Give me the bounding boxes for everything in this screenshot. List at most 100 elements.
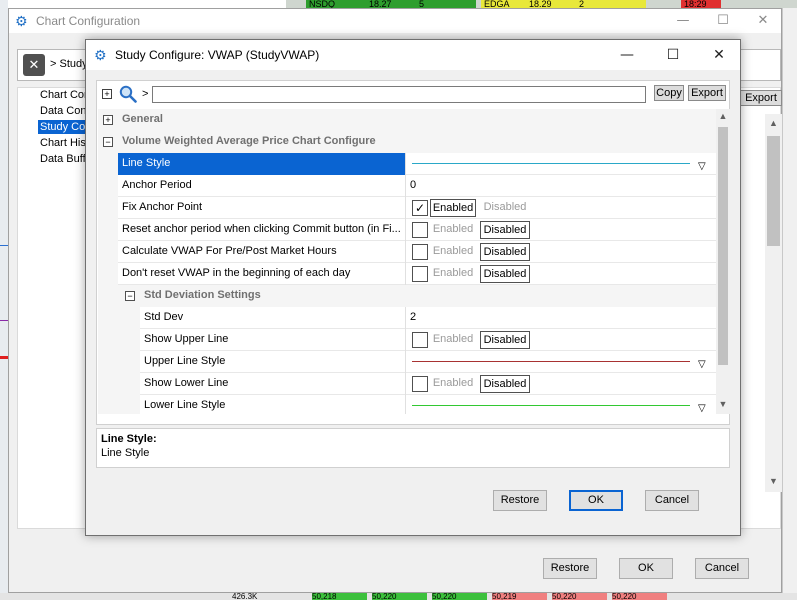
cancel-button[interactable]: Cancel — [645, 490, 699, 511]
copy-button[interactable]: Copy — [654, 85, 684, 101]
minimize-button[interactable]: — — [663, 9, 703, 33]
outer-window-title: Chart Configuration — [36, 14, 141, 28]
upper-style-value[interactable]: ▽ — [406, 351, 716, 373]
description-body: Line Style — [101, 447, 150, 459]
property-row-dont-reset[interactable]: Don't reset VWAP in the beginning of eac… — [98, 263, 716, 285]
calc-prepost-toggle[interactable]: Enabled Disabled — [406, 241, 716, 263]
property-row-lower-style[interactable]: Lower Line Style ▽ — [98, 395, 716, 414]
outer-restore-button[interactable]: Restore — [543, 558, 597, 579]
quote-bid: 50,218 — [312, 593, 367, 600]
category-general[interactable]: + General — [98, 109, 716, 131]
disabled-option[interactable]: Disabled — [480, 265, 530, 283]
expand-all-button[interactable]: + — [102, 89, 112, 99]
search-icon[interactable] — [119, 85, 137, 103]
maximize-button[interactable]: ☐ — [703, 9, 743, 33]
scrollbar-thumb[interactable] — [718, 127, 728, 365]
minimize-button[interactable]: — — [604, 40, 650, 70]
checkbox[interactable] — [412, 244, 428, 260]
lower-style-value[interactable]: ▽ — [406, 395, 716, 414]
tree-item-chart-history[interactable]: Chart Hist — [38, 136, 91, 150]
enabled-option[interactable]: Enabled — [430, 243, 476, 261]
quote-exchange: NSDQ — [306, 0, 366, 8]
maximize-button[interactable]: ☐ — [650, 40, 696, 70]
search-input[interactable] — [152, 86, 646, 103]
gear-icon: ⚙ — [94, 47, 107, 63]
disabled-option[interactable]: Disabled — [480, 221, 530, 239]
enabled-option[interactable]: Enabled — [430, 375, 476, 393]
outer-scrollbar[interactable]: ▲ ▼ — [765, 114, 782, 492]
property-label: Calculate VWAP For Pre/Post Market Hours — [118, 241, 406, 263]
tree-item-data-config[interactable]: Data Conf — [38, 104, 92, 118]
outer-cancel-button[interactable]: Cancel — [695, 558, 749, 579]
chevron-down-icon[interactable]: ▼ — [765, 476, 782, 486]
enabled-option[interactable]: Enabled — [430, 331, 476, 349]
property-label: Fix Anchor Point — [118, 197, 406, 219]
collapse-toggle[interactable]: − — [125, 291, 135, 301]
disabled-option[interactable]: Disabled — [480, 375, 530, 393]
dropdown-arrow-icon[interactable]: ▽ — [698, 398, 706, 414]
disabled-option[interactable]: Disabled — [480, 331, 530, 349]
quote-ask: 50,220 — [612, 593, 667, 600]
background-chart-edge — [0, 0, 8, 600]
chevron-down-icon[interactable]: ▼ — [716, 399, 730, 409]
outer-ok-button[interactable]: OK — [619, 558, 673, 579]
property-grid-panel: + > Copy Export + General − Volume Weigh… — [96, 80, 730, 425]
dropdown-arrow-icon[interactable]: ▽ — [698, 156, 706, 177]
close-button[interactable]: ✕ — [696, 40, 742, 70]
property-label: Show Upper Line — [140, 329, 406, 351]
reset-anchor-toggle[interactable]: Enabled Disabled — [406, 219, 716, 241]
enabled-option[interactable]: Enabled — [430, 265, 476, 283]
chevron-up-icon[interactable]: ▲ — [765, 118, 782, 128]
checkbox[interactable] — [412, 376, 428, 392]
quote-price: 18.29 — [526, 0, 576, 8]
category-vwap[interactable]: − Volume Weighted Average Price Chart Co… — [98, 131, 716, 153]
std-dev-value[interactable]: 2 — [406, 307, 716, 329]
dont-reset-toggle[interactable]: Enabled Disabled — [406, 263, 716, 285]
scrollbar-thumb[interactable] — [767, 136, 780, 246]
ok-button[interactable]: OK — [569, 490, 623, 511]
tree-item-study-config[interactable]: Study Cor — [38, 120, 91, 134]
checkbox[interactable]: ✓ — [412, 200, 428, 216]
enabled-option[interactable]: Enabled — [430, 199, 476, 217]
property-row-show-upper[interactable]: Show Upper Line Enabled Disabled — [98, 329, 716, 351]
background-right-panel — [782, 8, 797, 600]
checkbox[interactable] — [412, 266, 428, 282]
disabled-option[interactable]: Disabled — [480, 243, 530, 261]
show-lower-toggle[interactable]: Enabled Disabled — [406, 373, 716, 395]
expand-toggle[interactable]: + — [103, 115, 113, 125]
fix-anchor-toggle[interactable]: ✓ Enabled Disabled — [406, 197, 716, 219]
category-std-deviation[interactable]: − Std Deviation Settings — [98, 285, 716, 307]
dropdown-arrow-icon[interactable]: ▽ — [698, 354, 706, 375]
grid-scrollbar[interactable]: ▲ ▼ — [716, 109, 730, 414]
property-row-std-dev[interactable]: Std Dev 2 — [98, 307, 716, 329]
line-color-swatch — [412, 361, 690, 362]
property-label: Line Style — [118, 153, 406, 175]
checkbox[interactable] — [412, 222, 428, 238]
dialog-title-bar: ⚙ Study Configure: VWAP (StudyVWAP) — ☐ … — [86, 40, 740, 70]
breadcrumb-text: > Study — [50, 58, 88, 70]
line-color-swatch — [412, 405, 690, 406]
property-label: Lower Line Style — [140, 395, 406, 414]
outer-title-bar: ⚙ Chart Configuration — ☐ ✕ — [9, 9, 781, 33]
property-row-line-style[interactable]: Line Style ▽ — [98, 153, 716, 175]
background-export-button[interactable]: Export — [740, 90, 782, 106]
collapse-toggle[interactable]: − — [103, 137, 113, 147]
quote-exchange: EDGA — [481, 0, 526, 8]
checkbox[interactable] — [412, 332, 428, 348]
property-row-show-lower[interactable]: Show Lower Line Enabled Disabled — [98, 373, 716, 395]
property-row-fix-anchor[interactable]: Fix Anchor Point ✓ Enabled Disabled — [98, 197, 716, 219]
property-row-reset-anchor[interactable]: Reset anchor period when clicking Commit… — [98, 219, 716, 241]
show-upper-toggle[interactable]: Enabled Disabled — [406, 329, 716, 351]
export-button[interactable]: Export — [688, 85, 726, 101]
property-row-calc-prepost[interactable]: Calculate VWAP For Pre/Post Market Hours… — [98, 241, 716, 263]
disabled-option[interactable]: Disabled — [480, 199, 530, 217]
enabled-option[interactable]: Enabled — [430, 221, 476, 239]
property-grid: + General − Volume Weighted Average Pric… — [98, 109, 716, 414]
property-row-upper-style[interactable]: Upper Line Style ▽ — [98, 351, 716, 373]
anchor-period-value[interactable]: 0 — [406, 175, 716, 197]
property-row-anchor-period[interactable]: Anchor Period 0 — [98, 175, 716, 197]
close-button[interactable]: ✕ — [743, 9, 783, 33]
restore-button[interactable]: Restore — [493, 490, 547, 511]
line-style-value[interactable]: ▽ — [406, 153, 716, 175]
chevron-up-icon[interactable]: ▲ — [716, 111, 730, 121]
